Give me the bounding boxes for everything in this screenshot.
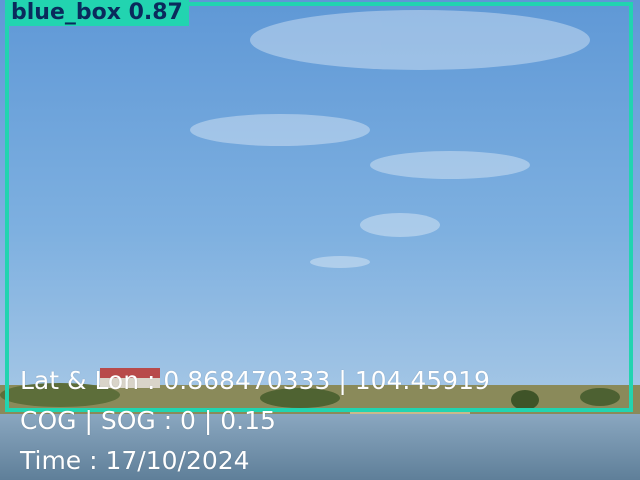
camera-frame: blue_box 0.87 Lat & Lon : 0.868470333 | … bbox=[0, 0, 640, 480]
detection-bounding-box bbox=[5, 2, 633, 412]
lat-lon-readout: Lat & Lon : 0.868470333 | 104.45919 bbox=[20, 366, 490, 395]
detection-label: blue_box 0.87 bbox=[5, 0, 189, 26]
cog-sog-readout: COG | SOG : 0 | 0.15 bbox=[20, 406, 276, 435]
time-readout: Time : 17/10/2024 bbox=[20, 446, 250, 475]
